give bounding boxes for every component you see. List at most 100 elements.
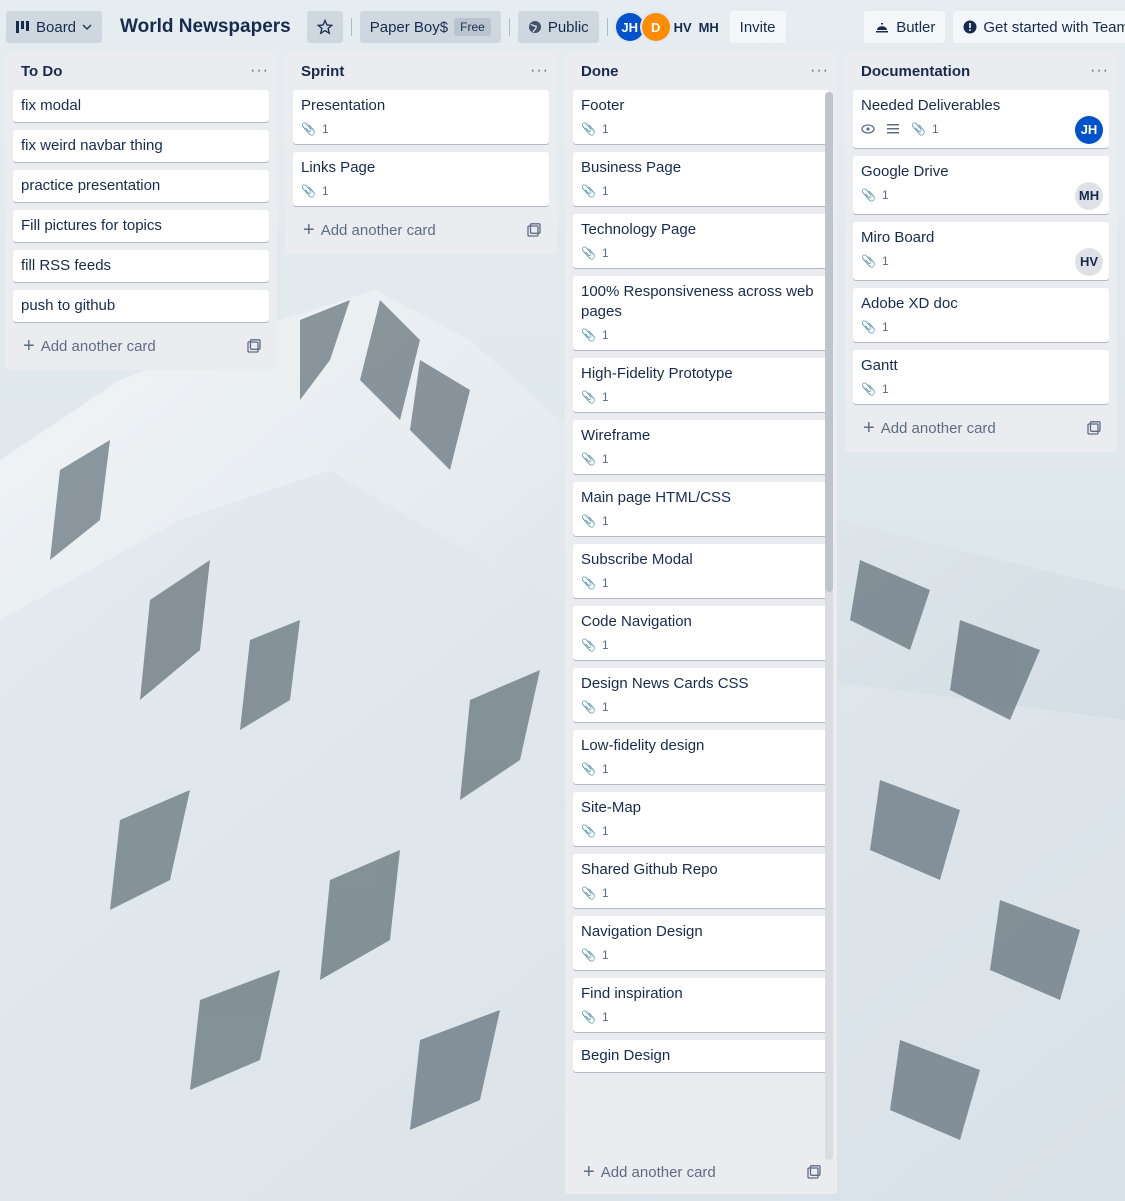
card[interactable]: Wireframe 📎 1 xyxy=(573,420,829,474)
board-view-switcher[interactable]: Board xyxy=(6,11,103,43)
card[interactable]: Find inspiration 📎 1 xyxy=(573,978,829,1032)
list-header[interactable]: Sprint ··· xyxy=(285,52,557,90)
card-member-avatar[interactable]: JH xyxy=(1075,116,1103,144)
board-icon xyxy=(16,21,29,33)
card-title: practice presentation xyxy=(21,177,161,194)
card-member-avatar[interactable]: MH xyxy=(1075,182,1103,210)
list-header[interactable]: Documentation ··· xyxy=(845,52,1117,90)
team-button[interactable]: Get started with Team xyxy=(953,11,1125,43)
card-badges: 📎 1 xyxy=(581,942,821,968)
paperclip-icon: 📎 xyxy=(861,188,876,202)
template-icon[interactable] xyxy=(1087,421,1101,435)
card-title: Google Drive xyxy=(861,163,949,180)
card[interactable]: Technology Page 📎 1 xyxy=(573,214,829,268)
member-avatar-hv[interactable]: HV xyxy=(670,13,696,41)
card[interactable]: Needed Deliverables 📎 1 JH xyxy=(853,90,1109,148)
visibility-button[interactable]: Public xyxy=(517,11,599,43)
list-header[interactable]: To Do ··· xyxy=(5,52,277,90)
attachment-count: 1 xyxy=(601,514,609,528)
add-card-button[interactable]: + Add another card xyxy=(13,330,269,362)
card[interactable]: Code Navigation 📎 1 xyxy=(573,606,829,660)
invite-button[interactable]: Invite xyxy=(729,11,786,43)
paperclip-icon: 📎 xyxy=(861,382,876,396)
card[interactable]: Gantt 📎 1 xyxy=(853,350,1109,404)
template-icon[interactable] xyxy=(527,223,541,237)
attachment-badge: 📎 1 xyxy=(581,511,609,531)
card[interactable]: Footer 📎 1 xyxy=(573,90,829,144)
add-card-button[interactable]: + Add another card xyxy=(853,412,1109,444)
more-icon[interactable]: ··· xyxy=(250,62,269,80)
team-label: Get started with Team xyxy=(983,18,1125,36)
card[interactable]: practice presentation xyxy=(13,170,269,202)
attachment-count: 1 xyxy=(321,122,329,136)
template-icon[interactable] xyxy=(247,339,261,353)
card-title: Footer xyxy=(581,97,625,114)
attachment-badge: 📎 1 xyxy=(581,821,609,841)
butler-button[interactable]: Butler xyxy=(864,11,946,43)
card[interactable]: Site-Map 📎 1 xyxy=(573,792,829,846)
star-button[interactable] xyxy=(306,11,343,43)
card[interactable]: Business Page 📎 1 xyxy=(573,152,829,206)
card[interactable]: fill RSS feeds xyxy=(13,250,269,282)
attachment-count: 1 xyxy=(601,246,609,260)
card[interactable]: Links Page 📎 1 xyxy=(293,152,549,206)
card[interactable]: Low-fidelity design 📎 1 xyxy=(573,730,829,784)
more-icon[interactable]: ··· xyxy=(810,62,829,80)
plus-icon: + xyxy=(863,417,875,439)
list-title[interactable]: To Do xyxy=(21,63,62,80)
paperclip-icon: 📎 xyxy=(581,514,596,528)
card[interactable]: push to github xyxy=(13,290,269,322)
attachment-badge: 📎 1 xyxy=(581,635,609,655)
card[interactable]: Presentation 📎 1 xyxy=(293,90,549,144)
card-badges: 📎 1 xyxy=(861,376,1101,402)
card-title: fix weird navbar thing xyxy=(21,137,163,154)
board-members: JH D HV MH xyxy=(615,13,722,41)
paperclip-icon: 📎 xyxy=(581,122,596,136)
info-icon xyxy=(963,20,977,34)
list-title[interactable]: Sprint xyxy=(301,63,344,80)
card[interactable]: Subscribe Modal 📎 1 xyxy=(573,544,829,598)
card[interactable]: Main page HTML/CSS 📎 1 xyxy=(573,482,829,536)
attachment-badge: 📎 1 xyxy=(861,251,889,271)
board-header: Board World Newspapers Paper Boy$ Free P… xyxy=(0,0,1125,54)
card-title: Main page HTML/CSS xyxy=(581,489,732,506)
card-container: Presentation 📎 1 Links Page 📎 1 xyxy=(285,90,557,206)
more-icon[interactable]: ··· xyxy=(530,62,549,80)
butler-icon xyxy=(876,23,889,33)
workspace-button[interactable]: Paper Boy$ Free xyxy=(359,11,501,43)
card[interactable]: Shared Github Repo 📎 1 xyxy=(573,854,829,908)
paperclip-icon: 📎 xyxy=(581,184,596,198)
attachment-badge: 📎 1 xyxy=(301,181,329,201)
card[interactable]: Fill pictures for topics xyxy=(13,210,269,242)
card[interactable]: 100% Responsiveness across web pages 📎 1 xyxy=(573,276,829,350)
list-sprint: Sprint ··· Presentation 📎 1 Links Page 📎 1… xyxy=(285,52,557,254)
member-avatar-jh[interactable]: JH xyxy=(615,13,644,41)
list-title[interactable]: Documentation xyxy=(861,63,970,80)
add-card-button[interactable]: + Add another card xyxy=(573,1156,829,1188)
card[interactable]: Design News Cards CSS 📎 1 xyxy=(573,668,829,722)
card[interactable]: fix modal xyxy=(13,90,269,122)
list-title[interactable]: Done xyxy=(581,63,619,80)
template-icon[interactable] xyxy=(807,1165,821,1179)
card[interactable]: Navigation Design 📎 1 xyxy=(573,916,829,970)
more-icon[interactable]: ··· xyxy=(1090,62,1109,80)
card-member-avatar[interactable]: HV xyxy=(1075,248,1103,276)
card-title: Links Page xyxy=(301,159,376,176)
attachment-count: 1 xyxy=(931,122,939,136)
card[interactable]: fix weird navbar thing xyxy=(13,130,269,162)
card-badges: 📎 1 xyxy=(581,756,821,782)
add-card-button[interactable]: + Add another card xyxy=(293,214,549,246)
card[interactable]: Miro Board 📎 1 HV xyxy=(853,222,1109,280)
list-header[interactable]: Done ··· xyxy=(565,52,837,90)
add-card-label: Add another card xyxy=(40,337,156,355)
card-container: Footer 📎 1 Business Page 📎 1 Technology Page… xyxy=(573,90,829,1158)
board-title[interactable]: World Newspapers xyxy=(110,16,299,38)
member-avatar-mh[interactable]: MH xyxy=(696,13,722,41)
member-avatar-d[interactable]: D xyxy=(641,13,670,41)
card[interactable]: High-Fidelity Prototype 📎 1 xyxy=(573,358,829,412)
list-scrollbar-thumb[interactable] xyxy=(825,92,833,592)
card[interactable]: Adobe XD doc 📎 1 xyxy=(853,288,1109,342)
card[interactable]: Begin Design xyxy=(573,1040,829,1072)
card[interactable]: Google Drive 📎 1 MH xyxy=(853,156,1109,214)
card-title: Fill pictures for topics xyxy=(21,217,162,234)
